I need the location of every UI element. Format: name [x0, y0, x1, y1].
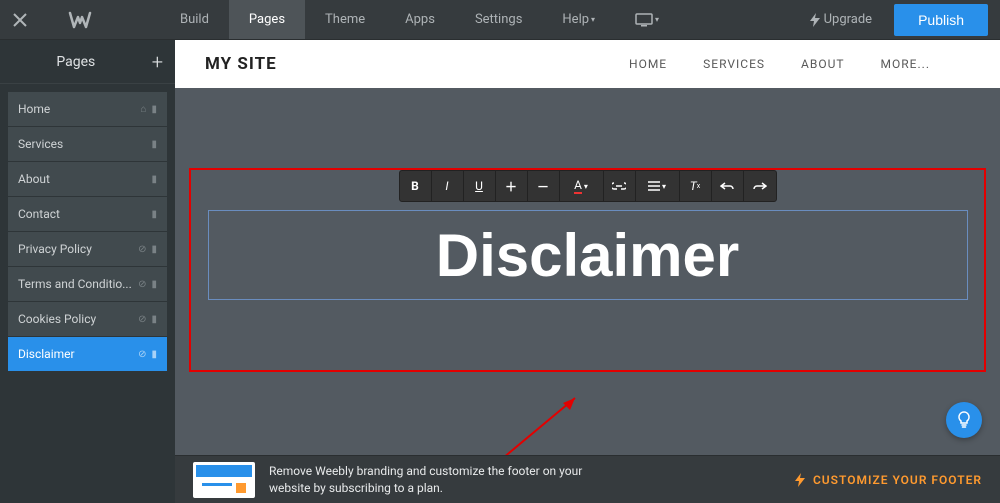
canvas: MY SITE HOME SERVICES ABOUT MORE... B I … [175, 40, 1000, 503]
bold-button[interactable]: B [400, 171, 432, 201]
nav-apps[interactable]: Apps [385, 0, 455, 39]
nav-help[interactable]: Help ▾ [542, 0, 615, 39]
site-nav-services[interactable]: SERVICES [703, 57, 765, 71]
align-button[interactable]: ▾ [636, 171, 680, 201]
customize-footer-button[interactable]: CUSTOMIZE YOUR FOOTER [795, 473, 982, 487]
page-item-about[interactable]: About ▮ [8, 162, 167, 196]
redo-icon [753, 181, 767, 191]
bolt-icon [810, 13, 820, 27]
clear-format-button[interactable]: Tx [680, 171, 712, 201]
page-icon: ▮ [151, 139, 157, 150]
nav-build[interactable]: Build [160, 0, 229, 39]
footer-upsell-bar: Remove Weebly branding and customize the… [175, 455, 1000, 503]
title-text-element[interactable]: Disclaimer [208, 210, 968, 300]
nav-theme[interactable]: Theme [305, 0, 385, 39]
link-icon [612, 181, 626, 191]
main-nav: Build Pages Theme Apps Settings Help ▾ ▾ [160, 0, 679, 39]
page-icon: ▮ [151, 349, 157, 360]
undo-button[interactable] [712, 171, 744, 201]
page-item-contact[interactable]: Contact ▮ [8, 197, 167, 231]
site-nav-about[interactable]: ABOUT [801, 57, 845, 71]
chevron-down-icon: ▾ [589, 15, 595, 24]
publish-button[interactable]: Publish [894, 4, 988, 36]
page-item-home[interactable]: Home ⌂▮ [8, 92, 167, 126]
help-bubble-button[interactable] [946, 402, 982, 438]
site-title[interactable]: MY SITE [205, 54, 277, 74]
align-icon [648, 181, 660, 191]
page-item-privacy-policy[interactable]: Privacy Policy ⊘▮ [8, 232, 167, 266]
page-item-cookies-policy[interactable]: Cookies Policy ⊘▮ [8, 302, 167, 336]
underline-button[interactable]: U [464, 171, 496, 201]
top-bar: Build Pages Theme Apps Settings Help ▾ ▾… [0, 0, 1000, 40]
page-icon: ▮ [151, 314, 157, 325]
page-icon: ▮ [151, 244, 157, 255]
page-item-terms[interactable]: Terms and Conditio... ⊘▮ [8, 267, 167, 301]
link-button[interactable] [604, 171, 636, 201]
hidden-icon: ⊘ [138, 244, 146, 255]
italic-button[interactable]: I [432, 171, 464, 201]
weebly-logo-icon [60, 0, 100, 40]
close-button[interactable] [0, 0, 40, 40]
page-item-services[interactable]: Services ▮ [8, 127, 167, 161]
redo-button[interactable] [744, 171, 776, 201]
home-icon: ⌂ [140, 104, 146, 115]
chevron-down-icon: ▾ [655, 15, 659, 24]
upgrade-link[interactable]: Upgrade [794, 12, 888, 27]
hidden-icon: ⊘ [138, 349, 146, 360]
heading-text[interactable]: Disclaimer [436, 221, 740, 290]
site-header: MY SITE HOME SERVICES ABOUT MORE... [175, 40, 1000, 88]
nav-pages[interactable]: Pages [229, 0, 305, 39]
text-color-button[interactable]: A▾ [560, 171, 604, 201]
hidden-icon: ⊘ [138, 314, 146, 325]
page-icon: ▮ [151, 209, 157, 220]
add-page-button[interactable]: + [152, 50, 163, 74]
site-nav-home[interactable]: HOME [629, 57, 667, 71]
nav-settings[interactable]: Settings [455, 0, 542, 39]
bolt-icon [795, 473, 805, 487]
font-shrink-button[interactable]: － [528, 171, 560, 201]
pages-sidebar: Pages + Home ⌂▮ Services ▮ About ▮ Conta… [0, 40, 175, 503]
page-icon: ▮ [151, 174, 157, 185]
desktop-icon [635, 13, 653, 27]
site-nav-more[interactable]: MORE... [881, 57, 930, 71]
text-toolbar: B I U ＋ － A▾ ▾ Tx [399, 170, 777, 202]
sidebar-title: Pages [0, 54, 152, 70]
page-icon: ▮ [151, 104, 157, 115]
hidden-icon: ⊘ [138, 279, 146, 290]
footer-text: Remove Weebly branding and customize the… [269, 463, 582, 497]
page-item-disclaimer[interactable]: Disclaimer ⊘▮ [8, 337, 167, 371]
font-grow-button[interactable]: ＋ [496, 171, 528, 201]
page-icon: ▮ [151, 279, 157, 290]
footer-thumbnail [193, 462, 255, 498]
device-preview-button[interactable]: ▾ [615, 0, 679, 39]
lightbulb-icon [956, 410, 972, 430]
undo-icon [720, 181, 734, 191]
